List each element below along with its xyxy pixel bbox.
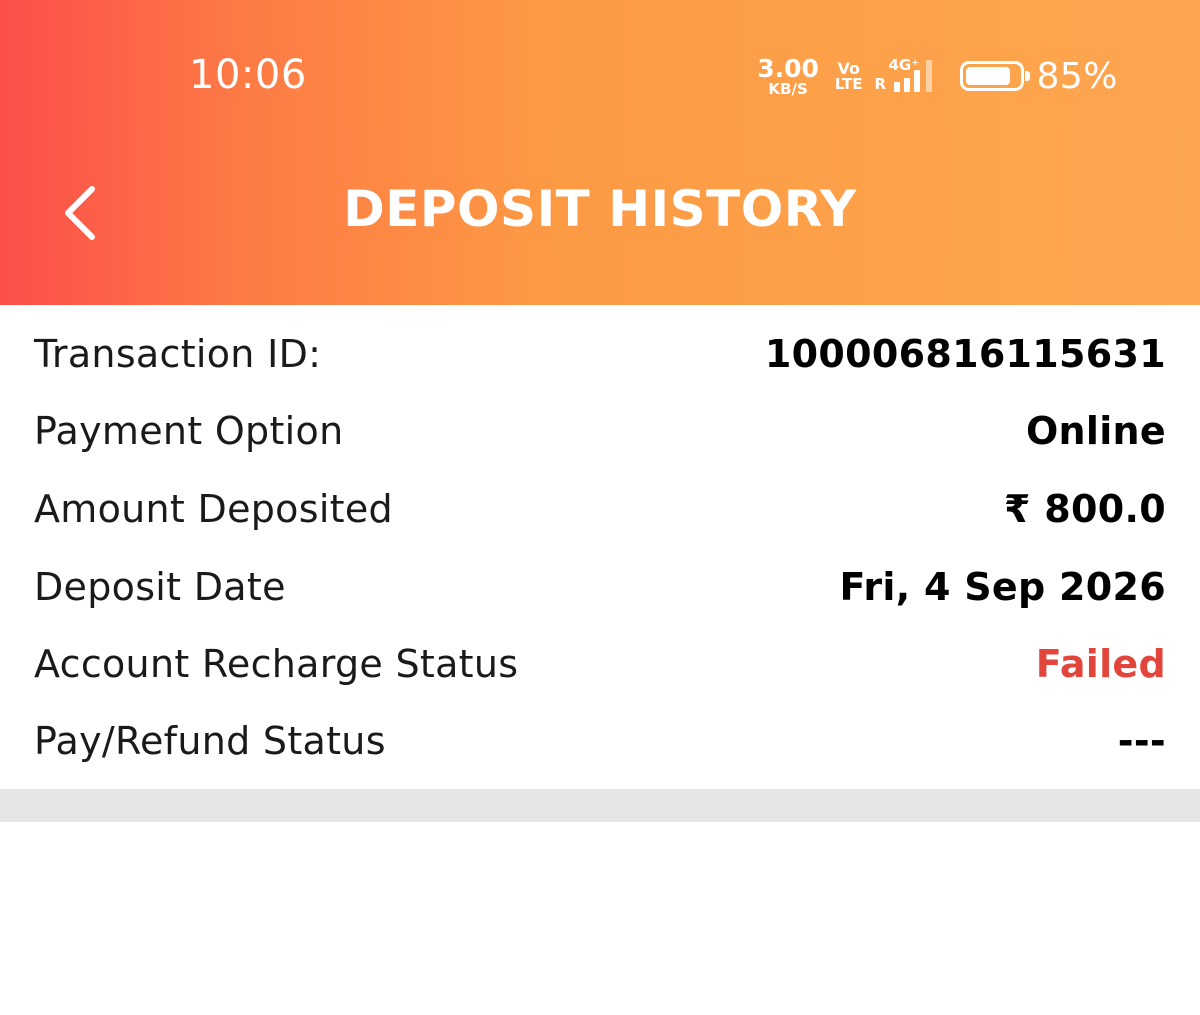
- detail-row-transaction-id: Transaction ID: 100006816115631: [34, 315, 1166, 393]
- refund-status-value: ---: [1117, 719, 1166, 763]
- detail-label: Payment Option: [34, 409, 344, 453]
- signal-bar: [926, 60, 933, 92]
- app-header: 10:06 3.00 KB/S Vo LTE 4G⁺ R 85% DEPOSIT…: [0, 0, 1200, 305]
- recharge-status-value: Failed: [1035, 642, 1166, 686]
- detail-row-recharge-status: Account Recharge Status Failed: [34, 625, 1166, 703]
- network-speed: 3.00 KB/S: [757, 56, 819, 97]
- signal-icon: 4G⁺ R: [874, 56, 942, 96]
- signal-bar: [904, 78, 911, 92]
- detail-row-amount: Amount Deposited ₹ 800.0: [34, 470, 1166, 548]
- battery-nub: [1025, 71, 1031, 81]
- detail-label: Account Recharge Status: [34, 642, 519, 686]
- battery-fill: [966, 67, 1011, 85]
- volte-bottom: LTE: [834, 74, 863, 93]
- detail-row-deposit-date: Deposit Date Fri, 4 Sep 2026: [34, 548, 1166, 626]
- signal-bar: [914, 70, 921, 92]
- signal-bar: [894, 82, 901, 92]
- detail-label: Amount Deposited: [34, 487, 393, 531]
- page-title: DEPOSIT HISTORY: [343, 180, 857, 238]
- volte-icon: Vo LTE: [834, 60, 863, 93]
- network-speed-value: 3.00: [757, 53, 819, 83]
- payment-option-value: Online: [1025, 409, 1166, 453]
- detail-label: Pay/Refund Status: [34, 719, 386, 763]
- status-time: 10:06: [189, 52, 307, 98]
- transaction-id-value: 100006816115631: [764, 332, 1166, 376]
- status-indicators: 3.00 KB/S Vo LTE 4G⁺ R 85%: [757, 52, 1118, 100]
- deposit-date-value: Fri, 4 Sep 2026: [839, 565, 1166, 609]
- battery-icon: [960, 61, 1031, 91]
- roaming-indicator: R: [874, 75, 887, 93]
- section-divider: [0, 789, 1200, 822]
- network-speed-unit: KB/S: [768, 79, 808, 98]
- amount-value: ₹ 800.0: [1004, 487, 1166, 531]
- detail-label: Deposit Date: [34, 565, 286, 609]
- battery-percent: 85%: [1036, 55, 1118, 97]
- deposit-details: Transaction ID: 100006816115631 Payment …: [0, 305, 1200, 789]
- detail-row-refund-status: Pay/Refund Status ---: [34, 702, 1166, 780]
- detail-row-payment-option: Payment Option Online: [34, 392, 1166, 470]
- detail-label: Transaction ID:: [34, 332, 322, 376]
